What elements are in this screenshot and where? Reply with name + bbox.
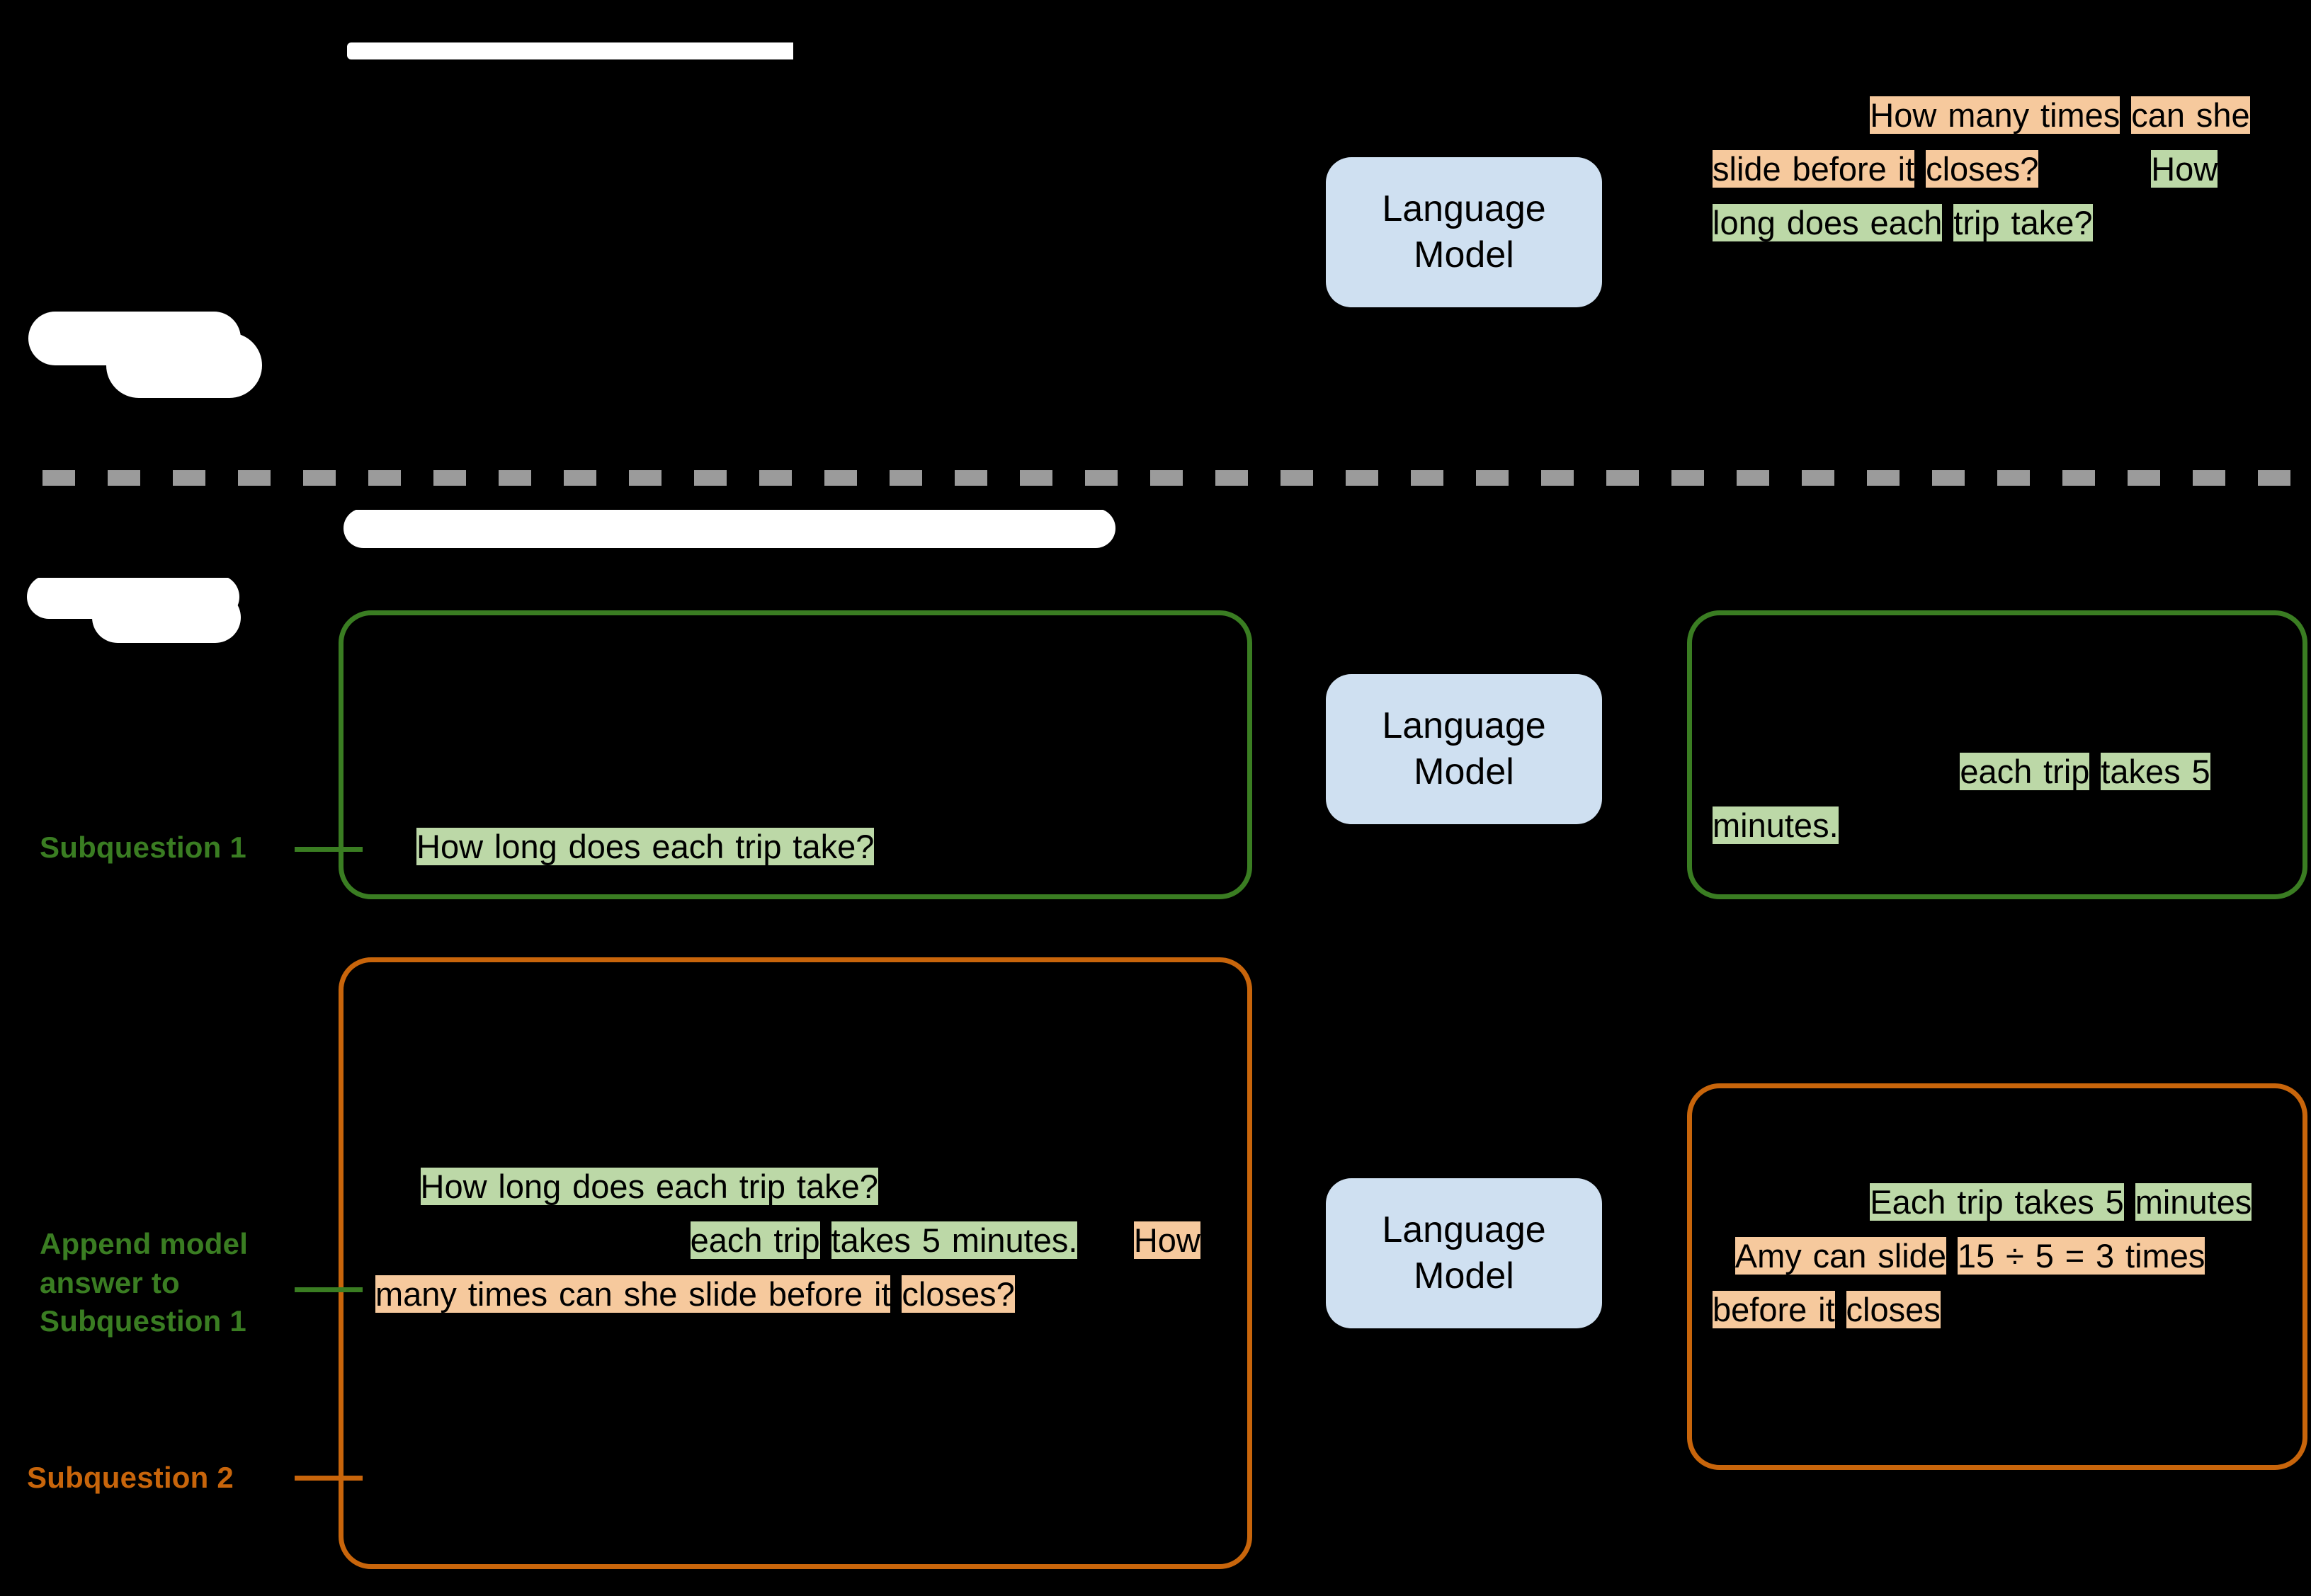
figure-canvas: Language Model How many times can she sl… <box>0 0 2311 1596</box>
masked-title-stripe-bottom <box>343 508 1115 548</box>
subquestion-1-output-masked-prefix <box>1713 753 1960 790</box>
stage2-lm2-label-line2: Model <box>1414 1255 1514 1296</box>
stage2-language-model-box-1[interactable]: Language Model <box>1326 674 1602 824</box>
append-answer-label-line3: Subquestion 1 <box>40 1304 246 1338</box>
append-answer-label-line2: answer to <box>40 1265 180 1299</box>
stage1-title-redaction-b <box>0 59 1162 102</box>
subquestion-2-label-text: Subquestion 2 <box>27 1461 234 1494</box>
subquestion-2-input-seg5: closes? <box>902 1275 1015 1313</box>
subquestion-2-input-seg1: How long does each trip take? <box>420 1168 878 1205</box>
subquestion-2-output-seg3: Amy can slide <box>1734 1237 1946 1275</box>
subquestion-2-input-seg3: takes 5 minutes. <box>831 1221 1078 1260</box>
stage2-title-redaction <box>0 489 1162 510</box>
subquestion-2-output-seg1: Each trip takes 5 <box>1870 1183 2124 1221</box>
subquestion-2-output-masked-prefix <box>1713 1183 1870 1221</box>
subquestion-2-leader-line <box>295 1476 363 1481</box>
subquestion-1-output-text: each trip takes 5 minutes. <box>1713 745 2286 853</box>
stage1-language-model-box[interactable]: Language Model <box>1326 157 1602 307</box>
stage2-language-model-box-2[interactable]: Language Model <box>1326 1178 1602 1328</box>
stage-divider <box>42 470 2309 486</box>
append-answer-label: Append model answer to Subquestion 1 <box>40 1225 309 1341</box>
stage1-output-masked-prefix <box>1713 96 1870 134</box>
stage1-output-seg5: trip take? <box>1953 204 2093 242</box>
subquestion-2-label: Subquestion 2 <box>27 1459 296 1498</box>
subquestion-1-output-seg1: each trip <box>1960 753 2090 790</box>
stage1-lm-label-line2: Model <box>1414 234 1514 275</box>
stage2-lm1-label-line2: Model <box>1414 751 1514 792</box>
bottom-right-mask <box>1480 1470 2311 1596</box>
subquestion-1-input-text: How long does each trip take? <box>416 820 1231 874</box>
stage1-output-masked-gap <box>2050 150 2151 188</box>
stage2-title-redaction-b <box>0 548 708 578</box>
stage2-lm1-label-line1: Language <box>1382 705 1546 746</box>
subquestion-2-input-masked-gap-1 <box>375 1221 691 1259</box>
subquestion-2-output-seg5: closes <box>1846 1291 1941 1329</box>
stage1-output-text: How many times can she slide before it c… <box>1713 89 2279 250</box>
subquestion-2-input-masked-prefix <box>375 1168 421 1205</box>
append-answer-leader-line <box>295 1287 363 1292</box>
subquestion-2-output-seg2: minutes <box>2135 1183 2252 1221</box>
stage1-title-redaction <box>0 14 1162 42</box>
append-answer-label-line1: Append model <box>40 1227 249 1260</box>
subquestion-2-output-text: Each trip takes 5 minutes Amy can slide … <box>1713 1175 2286 1337</box>
subquestion-1-label: Subquestion 1 <box>40 828 295 867</box>
masked-blob-top-left-b <box>106 333 262 398</box>
stage1-output-seg1: How many times <box>1870 96 2120 134</box>
stage2-lm2-label-line1: Language <box>1382 1209 1546 1250</box>
stage1-output-seg3: closes? <box>1926 150 2039 188</box>
subquestion-2-input-text: How long does each trip take? each trip … <box>375 1160 1225 1321</box>
subquestion-2-input-masked-gap-2 <box>1089 1221 1134 1259</box>
subquestion-2-input-seg2: each trip <box>690 1221 820 1260</box>
subquestion-2-output-masked-gap <box>1713 1237 1735 1275</box>
subquestion-1-label-text: Subquestion 1 <box>40 831 246 864</box>
masked-blob-bottom-left-b <box>92 592 241 643</box>
stage1-lm-label-line1: Language <box>1382 188 1546 229</box>
subquestion-1-leader-line <box>295 847 363 852</box>
subquestion-1-input-seg1: How long does each trip take? <box>416 828 875 865</box>
